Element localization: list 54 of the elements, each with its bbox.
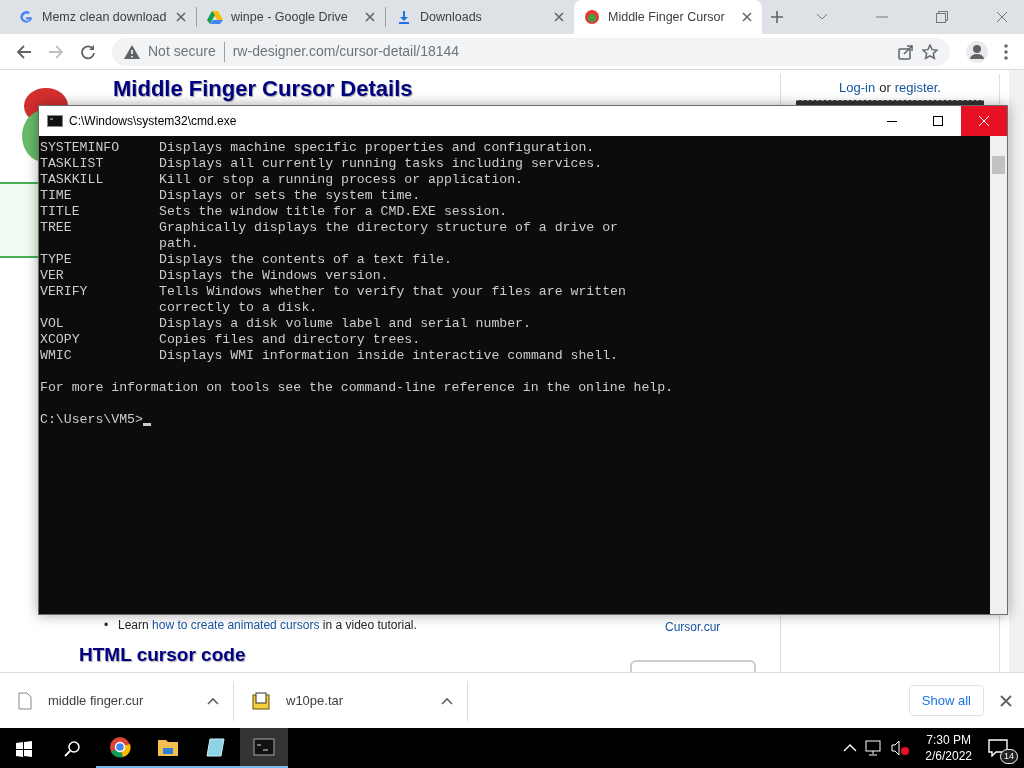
- login-link[interactable]: Log-in: [839, 78, 876, 98]
- window-title: C:\Windows\system32\cmd.exe: [69, 113, 238, 130]
- command-prompt: C:\Users\VM5>: [40, 412, 143, 428]
- command-name: TYPE: [40, 252, 73, 268]
- security-label: Not secure: [148, 42, 216, 61]
- show-all-button[interactable]: Show all: [908, 684, 984, 717]
- command-description: Displays a disk volume label and serial number.: [159, 316, 531, 331]
- command-name: TASKKILL: [40, 172, 105, 188]
- section-heading: HTML cursor code: [79, 644, 246, 666]
- command-name: TASKLIST: [40, 156, 105, 172]
- console-line: For more information on tools see the command-line reference in the online help.: [40, 380, 675, 396]
- command-name: SYSTEMINFO: [40, 140, 121, 156]
- command-description: Displays WMI information inside interactive command shell.: [159, 348, 618, 363]
- command-name: XCOPY: [40, 332, 81, 348]
- command-description: path.: [159, 236, 199, 251]
- address-bar[interactable]: Not secure rw-designer.com/cursor-detail/18144: [112, 37, 950, 66]
- file-name: middle finger.cur: [48, 691, 145, 710]
- date-text: 2/6/2022: [925, 748, 972, 764]
- command-description: Copies files and directory trees.: [159, 332, 421, 347]
- file-name: w10pe.tar: [286, 691, 345, 710]
- command-name: TREE: [40, 220, 73, 236]
- browser-tab[interactable]: winpe - Google Drive: [197, 0, 385, 34]
- command-name: VERIFY: [40, 284, 89, 300]
- browser-tab[interactable]: Memz clean download: [8, 0, 196, 34]
- page-heading: Middle Finger Cursor Details: [113, 76, 413, 102]
- command-description: Displays machine specific properties and configuration.: [159, 140, 595, 155]
- url-text: rw-designer.com/cursor-detail/18144: [232, 42, 460, 61]
- file-link[interactable]: Cursor.cur: [665, 618, 721, 636]
- register-link[interactable]: register.: [894, 78, 941, 98]
- tip-text: Learn how to create animated cursors in a video tutorial.: [118, 617, 417, 634]
- command-name: VER: [40, 268, 65, 284]
- tutorial-link[interactable]: how to create animated cursors: [152, 618, 320, 632]
- command-name: VOL: [40, 316, 65, 332]
- download-item[interactable]: w10pe.tar: [234, 680, 468, 721]
- notification-count: 14: [1000, 749, 1018, 764]
- browser-tab[interactable]: Middle Finger Cursor: [574, 0, 762, 34]
- command-description: Graphically displays the directory structure of a drive or: [159, 220, 618, 235]
- command-description: correctly to a disk.: [159, 300, 318, 315]
- command-description: Displays the Windows version.: [159, 268, 389, 283]
- command-description: Sets the window title for a CMD.EXE session.: [159, 204, 508, 219]
- download-item[interactable]: middle finger.cur: [0, 680, 234, 721]
- login-text: or: [879, 79, 891, 97]
- command-description: Tells Windows whether to verify that your files are written: [159, 284, 626, 299]
- browser-tab[interactable]: Downloads: [386, 0, 574, 34]
- time-text: 7:30 PM: [925, 732, 972, 748]
- bullet: •: [104, 617, 109, 634]
- command-description: Displays or sets the system time.: [159, 188, 421, 203]
- clock[interactable]: 7:30 PM 2/6/2022: [925, 732, 972, 764]
- command-description: Displays all currently running tasks including services.: [159, 156, 603, 171]
- command-name: TITLE: [40, 204, 81, 220]
- command-name: TIME: [40, 188, 73, 204]
- command-description: Kill or stop a running process or application.: [159, 172, 524, 187]
- command-description: Displays the contents of a text file.: [159, 252, 452, 267]
- command-name: WMIC: [40, 348, 73, 364]
